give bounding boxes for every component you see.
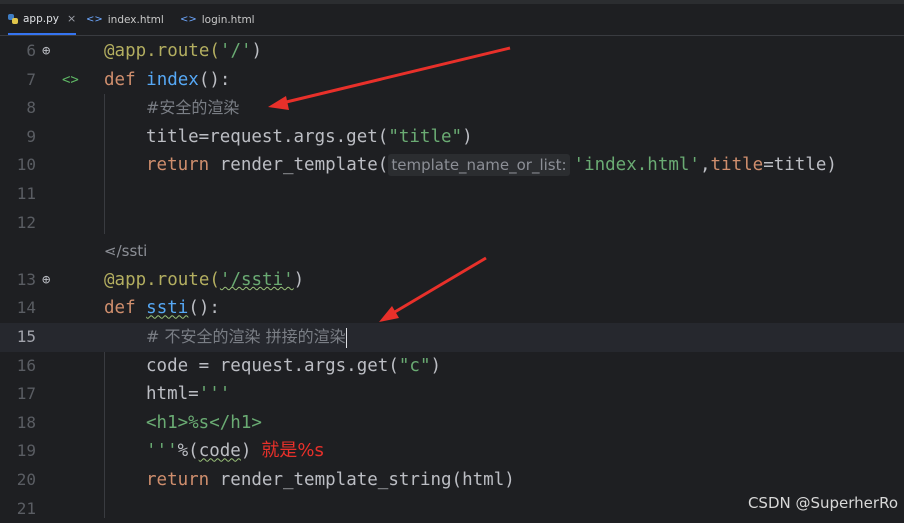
code-line-18: 18 <h1>%s</h1> xyxy=(0,409,904,438)
code-text: '''%(code) 就是%s xyxy=(146,440,324,462)
annotation-text: 就是%s xyxy=(261,440,324,462)
code-line-19: 19 '''%(code) 就是%s xyxy=(0,437,904,466)
code-line-8: 8 #安全的渲染 xyxy=(0,94,904,123)
tab-login-html[interactable]: <> login.html xyxy=(180,4,255,35)
code-text: # 不安全的渲染 拼接的渲染 xyxy=(146,327,348,348)
watermark: CSDN @SuperherRo xyxy=(747,494,898,512)
code-line-10: 10 return render_template(template_name_… xyxy=(0,151,904,180)
line-number: 15 xyxy=(16,327,36,346)
line-number: 8 xyxy=(26,98,36,118)
code-text: title=request.args.get("title") xyxy=(146,126,473,147)
code-line-12: 12 xyxy=(0,209,904,238)
related-template-icon[interactable]: <> xyxy=(62,66,79,95)
line-number: 19 xyxy=(16,441,36,461)
route-endpoint-icon[interactable]: ⊕ xyxy=(42,266,50,295)
route-endpoint-icon[interactable]: ⊕ xyxy=(42,37,50,66)
line-number: 21 xyxy=(16,498,36,518)
line-number: 10 xyxy=(16,155,36,175)
code-line-13: 13 ⊕ @app.route('/ssti') xyxy=(0,266,904,295)
code-line-7: 7 <> def index(): xyxy=(0,66,904,95)
html-file-icon: <> xyxy=(180,14,197,25)
code-text: return render_template_string(html) xyxy=(146,470,515,490)
line-number: 14 xyxy=(16,298,36,318)
html-file-icon: <> xyxy=(86,14,103,25)
tab-app-py[interactable]: app.py × xyxy=(8,4,77,35)
editor-tab-bar: app.py × <> index.html <> login.html xyxy=(0,4,904,36)
endpoint-usage-hint[interactable]: ⋖/ssti xyxy=(104,237,147,266)
python-file-icon xyxy=(8,13,18,24)
tab-index-html[interactable]: <> index.html xyxy=(86,4,164,35)
tab-label: index.html xyxy=(107,13,164,26)
share-endpoint-icon: ⋖ xyxy=(104,242,117,261)
code-text: @app.route('/') xyxy=(104,41,263,61)
code-line-11: 11 xyxy=(0,180,904,209)
code-line-14: 14 def ssti(): xyxy=(0,294,904,323)
code-line-16: 16 code = request.args.get("c") xyxy=(0,352,904,381)
text-caret xyxy=(345,327,348,348)
code-text: def ssti(): xyxy=(104,298,220,319)
line-number: 18 xyxy=(16,412,36,432)
line-number: 12 xyxy=(16,212,36,232)
code-editor[interactable]: 6 ⊕ @app.route('/') 7 <> def index(): 8 … xyxy=(0,36,904,518)
code-text: html=''' xyxy=(146,384,231,405)
line-number: 9 xyxy=(26,126,36,146)
code-line-17: 17 html=''' xyxy=(0,380,904,409)
tab-label: login.html xyxy=(201,13,255,26)
line-number: 6 xyxy=(26,41,36,60)
line-number: 13 xyxy=(16,269,36,289)
code-text: return render_template(template_name_or_… xyxy=(146,154,837,177)
parameter-hint: template_name_or_list: xyxy=(388,154,570,177)
line-number: 11 xyxy=(16,184,36,203)
tab-label: app.py xyxy=(23,12,59,25)
line-number: 17 xyxy=(16,384,36,404)
code-text: def index(): xyxy=(104,69,231,90)
code-line-15: 15 # 不安全的渲染 拼接的渲染 xyxy=(0,323,904,352)
code-text: code = request.args.get("c") xyxy=(146,355,442,376)
code-text: @app.route('/ssti') xyxy=(104,269,305,290)
code-text: <h1>%s</h1> xyxy=(146,412,262,433)
code-line-20: 20 return render_template_string(html) xyxy=(0,466,904,495)
code-line-6: 6 ⊕ @app.route('/') xyxy=(0,37,904,66)
code-text: #安全的渲染 xyxy=(146,98,240,118)
code-line-9: 9 title=request.args.get("title") xyxy=(0,123,904,152)
line-number: 20 xyxy=(16,470,36,489)
line-number: 16 xyxy=(16,355,36,375)
line-number: 7 xyxy=(26,69,36,89)
close-icon[interactable]: × xyxy=(67,12,76,25)
